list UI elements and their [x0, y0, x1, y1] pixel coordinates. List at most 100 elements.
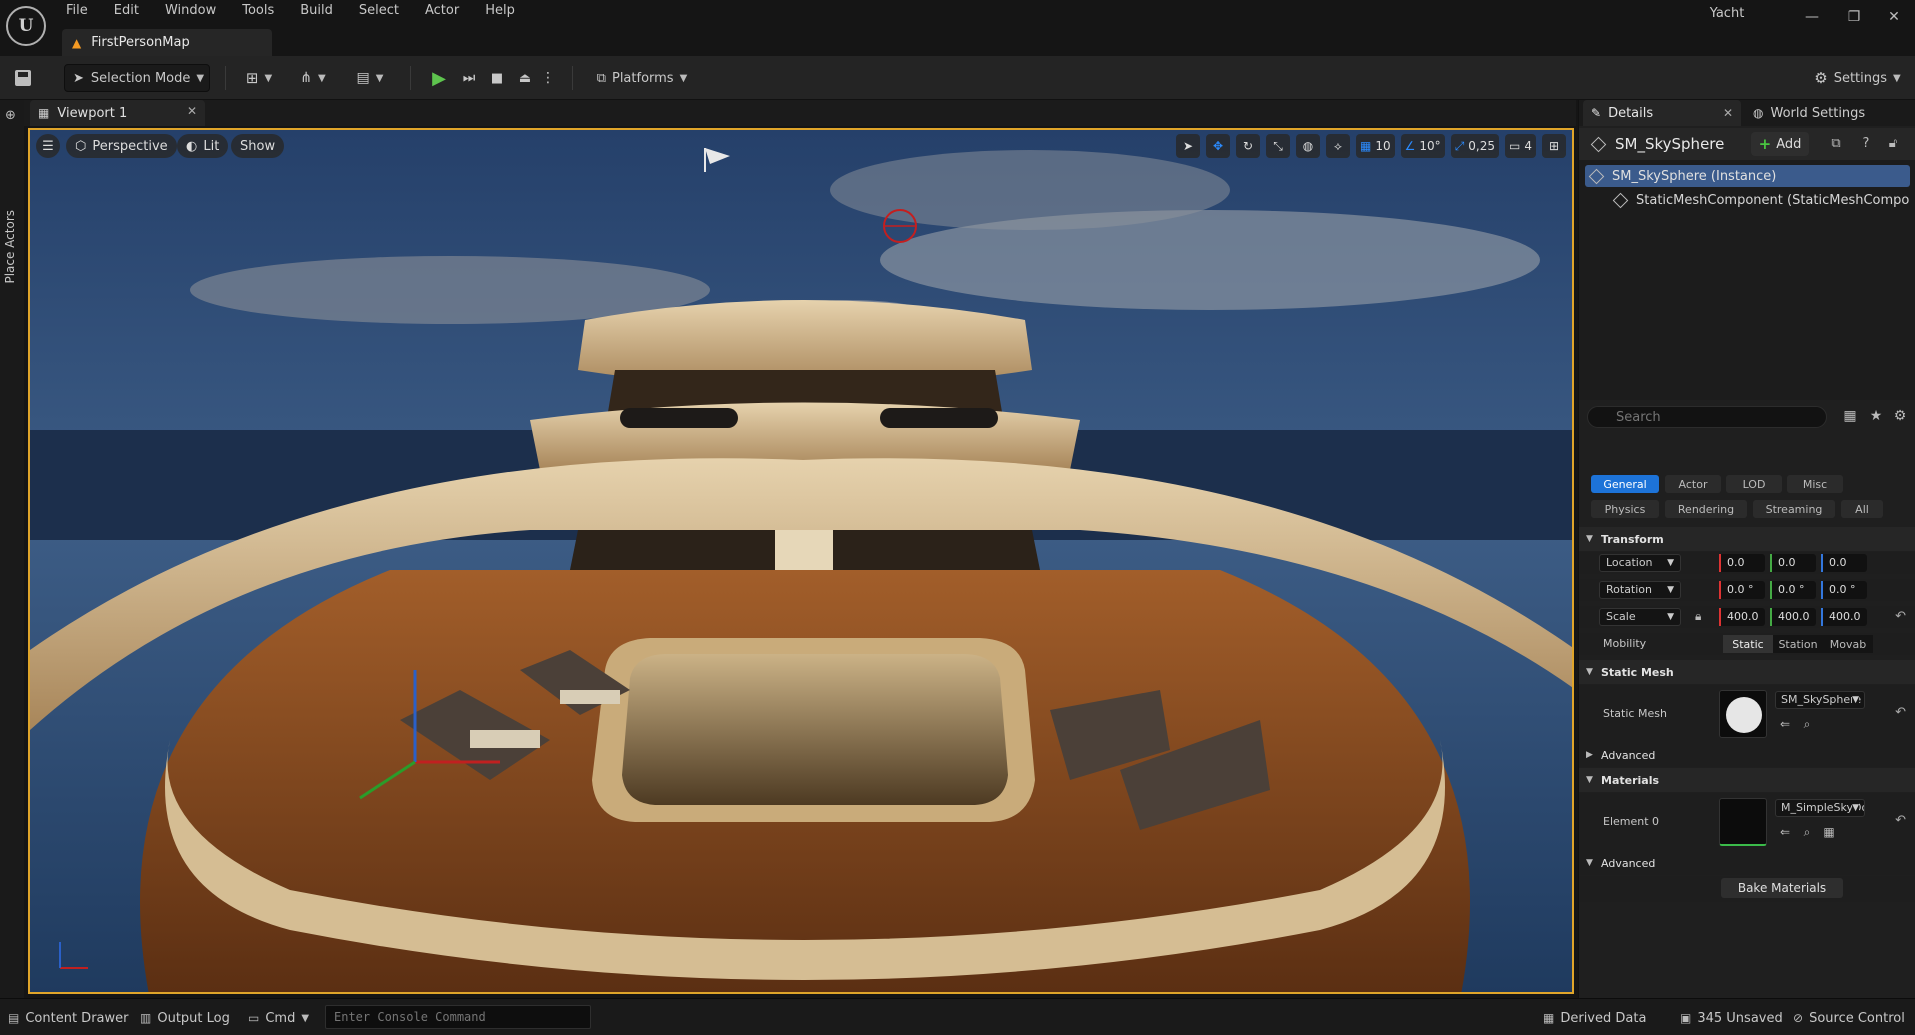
viewport-tab[interactable]: ▦ Viewport 1 ✕	[30, 100, 205, 126]
place-actors-tab[interactable]: Place Actors	[3, 210, 21, 330]
scale-snap-button[interactable]: ⤢ 0,25	[1450, 134, 1500, 158]
save-button[interactable]	[10, 64, 36, 92]
level-tab[interactable]: ▲ FirstPersonMap	[62, 29, 272, 56]
filter-misc[interactable]: Misc	[1787, 475, 1843, 493]
view-mode-button[interactable]: ◐ Lit	[177, 134, 229, 158]
source-control-button[interactable]: ⊘ Source Control	[1793, 1007, 1905, 1029]
rotation-z-input[interactable]: 0.0 °	[1821, 581, 1867, 599]
filter-streaming[interactable]: Streaming	[1753, 500, 1835, 518]
section-materials[interactable]: ▼ Materials	[1579, 768, 1915, 792]
close-icon[interactable]: ✕	[1723, 106, 1733, 120]
filter-lod[interactable]: LOD	[1726, 475, 1782, 493]
scale-x-input[interactable]: 400.0	[1719, 608, 1765, 626]
location-y-input[interactable]: 0.0	[1770, 554, 1816, 572]
menu-select[interactable]: Select	[349, 0, 409, 24]
details-search-input[interactable]	[1587, 406, 1827, 428]
perspective-button[interactable]: ⬡ Perspective	[66, 134, 177, 158]
place-actors-icon[interactable]: ⊕	[5, 108, 16, 123]
filter-actor[interactable]: Actor	[1665, 475, 1721, 493]
reset-icon[interactable]: ↶	[1895, 705, 1906, 720]
filter-all[interactable]: All	[1841, 500, 1883, 518]
content-drawer-button[interactable]: ▤ Content Drawer	[8, 1007, 128, 1029]
derived-data-button[interactable]: ▦ Derived Data	[1543, 1007, 1646, 1029]
section-transform[interactable]: ▼ Transform	[1579, 527, 1915, 551]
rotation-y-input[interactable]: 0.0 °	[1770, 581, 1816, 599]
play-button[interactable]: ▶	[424, 64, 454, 92]
console-command-input[interactable]	[325, 1005, 591, 1029]
output-log-button[interactable]: ▥ Output Log	[140, 1007, 230, 1029]
settings-dropdown[interactable]: ⚙ Settings ▼	[1810, 64, 1905, 92]
table-view-icon[interactable]: ▦	[1841, 408, 1859, 426]
location-z-input[interactable]: 0.0	[1821, 554, 1867, 572]
selection-mode-dropdown[interactable]: ➤ Selection Mode ▼	[64, 64, 210, 92]
menu-help[interactable]: Help	[475, 0, 525, 24]
world-local-toggle[interactable]: ◍	[1296, 134, 1321, 158]
step-button[interactable]: ⏭	[456, 64, 482, 92]
play-options-button[interactable]: ⋮	[541, 64, 555, 92]
level-viewport[interactable]: ☰ ⬡ Perspective ◐ Lit Show ➤ ✥ ↻ ⤡ ◍ ⟡ ▦…	[28, 128, 1574, 994]
reset-icon[interactable]: ↶	[1895, 609, 1906, 624]
add-component-button[interactable]: + Add	[1751, 132, 1809, 156]
help-icon[interactable]: ?	[1857, 136, 1875, 154]
menu-edit[interactable]: Edit	[104, 0, 149, 24]
menu-window[interactable]: Window	[155, 0, 226, 24]
viewport-layout-button[interactable]: ⊞	[1542, 134, 1566, 158]
mobility-static[interactable]: Static	[1723, 635, 1773, 653]
close-icon[interactable]: ✕	[187, 104, 197, 118]
component-root[interactable]: SM_SkySphere (Instance)	[1585, 165, 1910, 187]
mobility-stationary[interactable]: Station	[1773, 635, 1823, 653]
lock-icon[interactable]: 🔒︎	[1695, 609, 1701, 624]
use-selected-icon[interactable]: ⇐	[1777, 825, 1793, 841]
cmd-dropdown[interactable]: ▭ Cmd ▼	[248, 1007, 309, 1029]
use-selected-icon[interactable]: ⇐	[1777, 717, 1793, 733]
mobility-movable[interactable]: Movab	[1823, 635, 1873, 653]
section-materials-advanced[interactable]: ▼ Advanced	[1579, 851, 1915, 875]
scale-y-input[interactable]: 400.0	[1770, 608, 1816, 626]
platforms-dropdown[interactable]: ⧉ Platforms ▼	[592, 64, 692, 92]
tab-details[interactable]: ✎ Details ✕	[1583, 100, 1741, 126]
material-asset-dropdown[interactable]: M_SimpleSkyDome▼	[1775, 799, 1865, 817]
surface-snap-toggle[interactable]: ⟡	[1326, 134, 1351, 158]
grid-snap-button[interactable]: ▦ 10	[1356, 134, 1395, 158]
rotation-x-input[interactable]: 0.0 °	[1719, 581, 1765, 599]
location-dropdown[interactable]: Location ▼	[1599, 554, 1681, 572]
location-x-input[interactable]: 0.0	[1719, 554, 1765, 572]
menu-actor[interactable]: Actor	[415, 0, 469, 24]
blueprints-button[interactable]: ⋔ ▼	[294, 64, 332, 92]
translate-tool-button[interactable]: ✥	[1206, 134, 1231, 158]
rotation-snap-button[interactable]: ∠ 10°	[1400, 134, 1445, 158]
minimize-button[interactable]: —	[1796, 5, 1828, 29]
filter-rendering[interactable]: Rendering	[1665, 500, 1747, 518]
eject-button[interactable]: ⏏	[512, 64, 538, 92]
static-mesh-asset-dropdown[interactable]: SM_SkySphere ▼	[1775, 691, 1865, 709]
menu-tools[interactable]: Tools	[232, 0, 284, 24]
tab-world-settings[interactable]: ◍ World Settings	[1745, 100, 1905, 126]
show-button[interactable]: Show	[231, 134, 285, 158]
menu-file[interactable]: File	[56, 0, 98, 24]
add-content-button[interactable]: ⊞ ▼	[240, 64, 278, 92]
actor-name[interactable]: SM_SkySphere	[1615, 135, 1724, 153]
gear-icon[interactable]: ⚙	[1891, 408, 1909, 426]
static-mesh-thumbnail[interactable]	[1719, 690, 1767, 738]
filter-physics[interactable]: Physics	[1591, 500, 1659, 518]
scale-tool-button[interactable]: ⤡	[1266, 134, 1291, 158]
close-window-button[interactable]: ✕	[1878, 5, 1910, 29]
viewport-options-button[interactable]: ☰	[36, 134, 60, 158]
scale-z-input[interactable]: 400.0	[1821, 608, 1867, 626]
component-static-mesh[interactable]: StaticMeshComponent (StaticMeshComponent…	[1585, 189, 1910, 211]
camera-speed-button[interactable]: ▭ 4	[1505, 134, 1536, 158]
browse-icon[interactable]: ⌕	[1799, 825, 1815, 841]
select-tool-button[interactable]: ➤	[1176, 134, 1201, 158]
section-advanced[interactable]: ▶ Advanced	[1579, 743, 1915, 767]
unreal-logo-icon[interactable]: U	[6, 6, 46, 46]
lock-icon[interactable]: 🔓︎	[1884, 136, 1902, 154]
rotate-tool-button[interactable]: ↻	[1236, 134, 1261, 158]
star-icon[interactable]: ★	[1867, 408, 1885, 426]
material-thumbnail[interactable]	[1719, 798, 1767, 846]
restore-button[interactable]: ❐	[1838, 5, 1870, 29]
material-options-icon[interactable]: ▦	[1821, 825, 1837, 841]
blueprint-convert-icon[interactable]: ⧉	[1827, 136, 1845, 154]
reset-icon[interactable]: ↶	[1895, 813, 1906, 828]
browse-icon[interactable]: ⌕	[1799, 717, 1815, 733]
menu-build[interactable]: Build	[290, 0, 343, 24]
